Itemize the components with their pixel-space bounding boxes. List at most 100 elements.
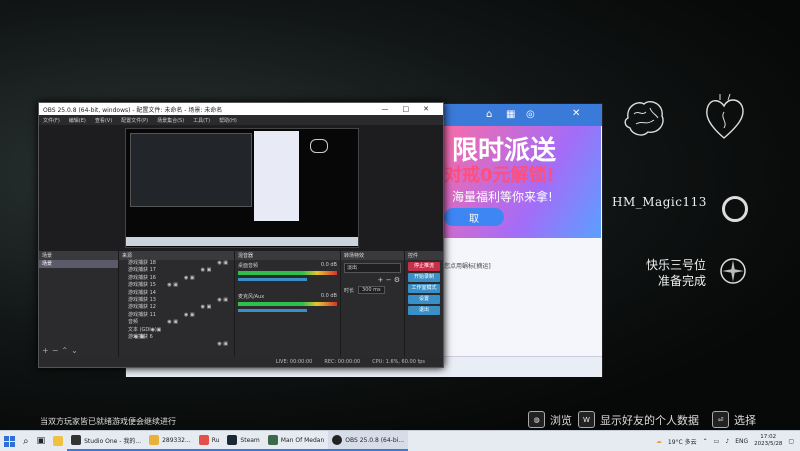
promo-banner[interactable]: 限时派送 对戒0元解锁! 海量福利等你来拿! 取 xyxy=(444,126,601,238)
heart-icon xyxy=(706,93,744,139)
grid-icon[interactable]: ▦ xyxy=(506,109,515,120)
duration-input[interactable]: 300 ms xyxy=(358,286,385,294)
player-name: HM_Magic113 xyxy=(612,195,707,209)
chat-line: 您点用蜗标[摘运] xyxy=(444,263,491,270)
task-view-icon[interactable]: ▣ xyxy=(33,431,50,451)
taskbar-app-289332[interactable]: 289332... xyxy=(145,431,195,451)
menu-view[interactable]: 查看(V) xyxy=(95,117,112,124)
hint-label: 选择 xyxy=(734,413,756,427)
taskbar: ⌕ ▣ Studio One - 我的... 289332... Ru Stea… xyxy=(0,430,800,451)
hint-profile: W 显示好友的个人数据 xyxy=(578,411,699,428)
hint-label: 显示好友的个人数据 xyxy=(600,413,699,427)
ring-icon xyxy=(722,196,748,222)
obs-window[interactable]: OBS 25.0.8 (64-bit, windows) - 配置文件: 未命名… xyxy=(38,102,444,368)
menu-edit[interactable]: 编辑(E) xyxy=(69,117,86,124)
volume-slider[interactable] xyxy=(238,309,308,312)
scene-controls[interactable]: +−⌃⌄ xyxy=(39,346,81,355)
live-timer: LIVE: 00:00:00 xyxy=(275,359,313,365)
menu-file[interactable]: 文件(F) xyxy=(43,117,60,124)
brain-icon xyxy=(624,100,664,136)
taskbar-app-ru[interactable]: Ru xyxy=(194,431,224,451)
notification-icon[interactable]: ▢ xyxy=(788,438,794,445)
start-recording-button[interactable]: 开始录制 xyxy=(408,273,440,282)
sources-dock: 来源 游戏捕获 18 ◉ ▣ 游戏捕获 17 ◉ ▣ 游戏捕获 16 ◉ ▣ 游戏捕获… xyxy=(119,251,235,357)
duration-row: 时长 300 ms xyxy=(341,284,404,296)
source-item[interactable]: 游戏捕获 15 ◉ ▣ xyxy=(119,282,234,289)
banner-button[interactable]: 取 xyxy=(444,208,504,226)
weather-icon[interactable]: ☁ xyxy=(656,438,662,445)
hint-select: ⏎ 选择 xyxy=(712,411,756,428)
windows-icon xyxy=(4,435,15,447)
gamepad-icon[interactable]: ◎ xyxy=(526,109,535,120)
settings-button[interactable]: 设置 xyxy=(408,295,440,304)
menu-tools[interactable]: 工具(T) xyxy=(193,117,210,124)
volume-slider[interactable] xyxy=(238,278,308,281)
obs-title: OBS 25.0.8 (64-bit, windows) - 配置文件: 未命名… xyxy=(43,106,223,114)
start-button[interactable] xyxy=(0,431,19,451)
player3-status: 准备完成 xyxy=(657,274,706,288)
enter-key-icon: ⏎ xyxy=(712,411,729,428)
volume-icon[interactable]: ♪ xyxy=(725,438,729,445)
dock-title: 来源 xyxy=(119,251,234,260)
mixer-level: 0.0 dB xyxy=(320,293,337,299)
studio-mode-button[interactable]: 工作室模式 xyxy=(408,284,440,293)
exit-button[interactable]: 退出 xyxy=(408,306,440,315)
preview-area xyxy=(39,125,443,251)
chevron-up-icon[interactable]: ⌃ xyxy=(703,438,708,445)
obs-menubar: 文件(F) 编辑(E) 查看(V) 配置文件(P) 场景集合(S) 工具(T) … xyxy=(39,115,443,125)
source-item[interactable]: 游戏捕获 17 ◉ ▣ xyxy=(119,267,234,274)
language-indicator[interactable]: ENG xyxy=(735,438,748,445)
status-message: 当双方玩家皆已就绪游戏便会继续进行 xyxy=(40,417,176,426)
dock-title: 场景 xyxy=(39,251,118,260)
menu-scene-collection[interactable]: 场景集合(S) xyxy=(157,117,184,124)
source-item[interactable]: 文本 (GDI+) ◉ ▣ xyxy=(119,327,234,340)
taskbar-app-steam[interactable]: Steam xyxy=(223,431,264,451)
home-icon[interactable]: ⌂ xyxy=(486,109,492,120)
taskbar-app-obs[interactable]: OBS 25.0.8 (64-bi... xyxy=(328,431,409,451)
transitions-dock: 转场特效 淡出 + − ⚙ 时长 300 ms xyxy=(341,251,405,357)
mixer-level: 0.0 dB xyxy=(320,262,337,268)
obs-icon xyxy=(332,435,343,445)
app-icon xyxy=(149,435,160,445)
scene-item[interactable]: 场景 xyxy=(39,260,118,268)
volume-meter xyxy=(238,302,337,306)
rec-timer: REC: 00:00:00 xyxy=(324,359,361,365)
eye-icon: ◉ ▣ xyxy=(217,341,228,348)
source-item[interactable]: 游戏捕获 12 ◉ ▣ xyxy=(119,304,234,317)
nested-brain-icon xyxy=(310,139,328,153)
studio-one-icon xyxy=(71,435,82,445)
eye-icon: ◉ ▣ xyxy=(200,304,212,311)
dock-title: 转场特效 xyxy=(341,251,404,260)
eye-icon: ◉ ▣ xyxy=(183,274,195,281)
player3-label: 快乐三号位 xyxy=(645,258,706,272)
search-icon[interactable]: ⌕ xyxy=(19,431,33,451)
system-tray: ☁ 19°C 多云 ⌃ ▭ ♪ ENG 17:02 2023/5/28 ▢ xyxy=(656,434,800,448)
transition-select[interactable]: 淡出 xyxy=(344,263,401,273)
source-item[interactable]: 游戏捕获 14 ◉ ▣ xyxy=(119,290,234,303)
transition-controls[interactable]: + − ⚙ xyxy=(341,276,404,284)
steam-icon xyxy=(227,435,238,445)
weather[interactable]: 19°C 多云 xyxy=(668,437,697,446)
menu-profile[interactable]: 配置文件(P) xyxy=(121,117,148,124)
preview-canvas[interactable] xyxy=(125,128,359,248)
nested-browser xyxy=(254,131,299,221)
banner-description: 海量福利等你来拿! xyxy=(452,190,553,204)
close-icon[interactable]: ✕ xyxy=(572,108,580,119)
key-w: W xyxy=(578,411,595,428)
taskbar-app-studio-one[interactable]: Studio One - 我的... xyxy=(67,431,146,451)
explorer-icon[interactable] xyxy=(49,431,67,451)
source-item[interactable]: 游戏捕获 6 ◉ ▣ xyxy=(119,334,234,347)
stop-streaming-button[interactable]: 停止推流 xyxy=(408,262,440,271)
obs-titlebar[interactable]: OBS 25.0.8 (64-bit, windows) - 配置文件: 未命名… xyxy=(39,103,443,115)
menu-help[interactable]: 帮助(H) xyxy=(219,117,237,124)
nested-preview xyxy=(130,133,252,207)
network-icon[interactable]: ▭ xyxy=(714,438,720,445)
eye-icon: ◉ ▣ xyxy=(183,311,195,318)
dock-title: 控件 xyxy=(405,251,443,260)
clock[interactable]: 17:02 2023/5/28 xyxy=(754,434,782,448)
taskbar-app-man-of-medan[interactable]: Man Of Medan xyxy=(263,431,329,451)
hint-browse: ◍ 浏览 xyxy=(528,411,572,428)
game-icon xyxy=(267,435,278,445)
window-controls[interactable]: —□✕ xyxy=(382,105,443,113)
controls-dock: 控件 停止推流 开始录制 工作室模式 设置 退出 xyxy=(405,251,443,357)
